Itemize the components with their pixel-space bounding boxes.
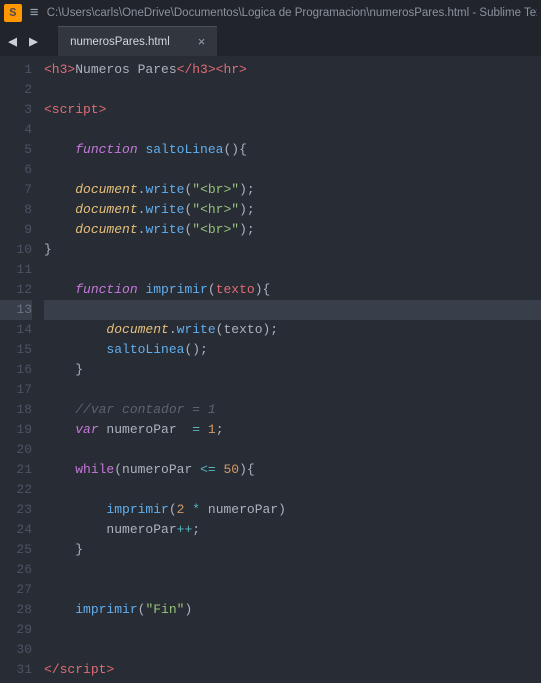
line-number: 27 [0,580,32,600]
line-number: 19 [0,420,32,440]
line-number: 9 [0,220,32,240]
code-line[interactable]: </script> [44,660,541,680]
line-number: 21 [0,460,32,480]
code-line[interactable]: } [44,240,541,260]
code-line[interactable]: saltoLinea(); [44,340,541,360]
line-number: 13 [0,300,32,320]
code-line[interactable]: document.write("<br>"); [44,220,541,240]
titlebar: S ≡ C:\Users\carls\OneDrive\Documentos\L… [0,0,541,26]
line-number: 17 [0,380,32,400]
code-line[interactable]: <h3>Numeros Pares</h3><hr> [44,60,541,80]
code-line[interactable] [44,160,541,180]
code-line[interactable] [44,560,541,580]
code-line[interactable]: while(numeroPar <= 50){ [44,460,541,480]
line-number: 18 [0,400,32,420]
code-line[interactable] [44,300,541,320]
code-line[interactable] [44,580,541,600]
line-number: 15 [0,340,32,360]
code-line[interactable] [44,80,541,100]
line-number: 6 [0,160,32,180]
code-line[interactable] [44,640,541,660]
code-line[interactable]: function imprimir(texto){ [44,280,541,300]
line-number: 7 [0,180,32,200]
code-line[interactable]: document.write("<br>"); [44,180,541,200]
menu-icon[interactable]: ≡ [30,5,39,22]
editor[interactable]: 1234567891011121314151617181920212223242… [0,56,541,683]
line-number: 2 [0,80,32,100]
line-number: 4 [0,120,32,140]
window-title: C:\Users\carls\OneDrive\Documentos\Logic… [47,7,537,19]
app-icon: S [4,4,22,22]
nav-forward-icon[interactable]: ▶ [29,32,38,51]
line-number: 1 [0,60,32,80]
code-line[interactable]: function saltoLinea(){ [44,140,541,160]
code-line[interactable]: numeroPar++; [44,520,541,540]
nav-back-icon[interactable]: ◀ [8,32,17,51]
line-number: 23 [0,500,32,520]
line-number: 25 [0,540,32,560]
line-number: 31 [0,660,32,680]
code-line[interactable] [44,620,541,640]
line-number: 29 [0,620,32,640]
code-line[interactable]: } [44,360,541,380]
line-number: 5 [0,140,32,160]
code-line[interactable]: var numeroPar = 1; [44,420,541,440]
line-number: 16 [0,360,32,380]
line-number: 30 [0,640,32,660]
gutter: 1234567891011121314151617181920212223242… [0,56,44,683]
code-line[interactable]: } [44,540,541,560]
line-number: 12 [0,280,32,300]
code-line[interactable]: imprimir("Fin") [44,600,541,620]
tab[interactable]: numerosPares.html × [58,26,217,56]
line-number: 24 [0,520,32,540]
code-line[interactable]: <script> [44,100,541,120]
code-line[interactable]: document.write("<hr>"); [44,200,541,220]
line-number: 10 [0,240,32,260]
line-number: 26 [0,560,32,580]
line-number: 11 [0,260,32,280]
code-line[interactable]: document.write(texto); [44,320,541,340]
line-number: 3 [0,100,32,120]
line-number: 8 [0,200,32,220]
line-number: 20 [0,440,32,460]
line-number: 22 [0,480,32,500]
code-line[interactable] [44,260,541,280]
nav-bar: ◀ ▶ numerosPares.html × [0,26,541,56]
code-line[interactable] [44,480,541,500]
line-number: 28 [0,600,32,620]
code-area[interactable]: <h3>Numeros Pares</h3><hr> <script> func… [44,56,541,683]
tab-bar: numerosPares.html × [58,26,533,56]
code-line[interactable]: //var contador = 1 [44,400,541,420]
line-number: 14 [0,320,32,340]
code-line[interactable] [44,440,541,460]
code-line[interactable] [44,380,541,400]
tab-label: numerosPares.html [70,36,170,48]
code-line[interactable] [44,120,541,140]
code-line[interactable]: imprimir(2 * numeroPar) [44,500,541,520]
close-icon[interactable]: × [198,34,206,49]
